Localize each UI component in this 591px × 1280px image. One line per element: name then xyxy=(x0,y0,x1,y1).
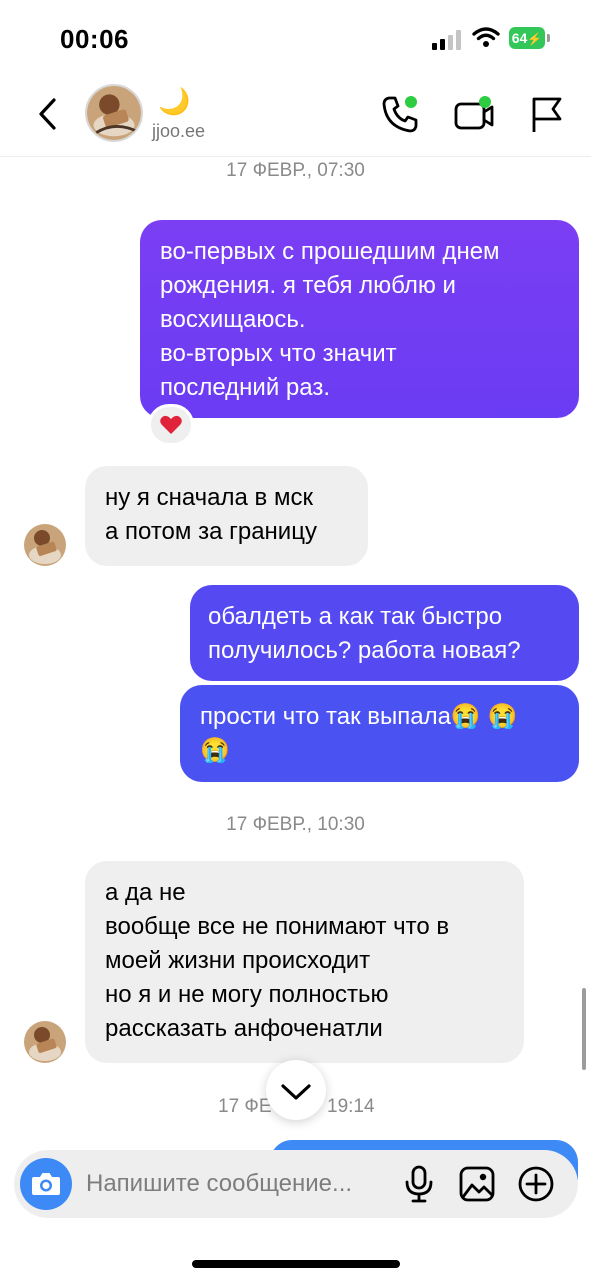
back-chevron-icon[interactable] xyxy=(32,94,66,134)
moon-emoji: 🌙 xyxy=(158,86,191,116)
microphone-icon[interactable] xyxy=(402,1164,436,1204)
message-line: рассказать анфоченатли xyxy=(105,1015,383,1042)
plus-circle-icon[interactable] xyxy=(516,1164,556,1204)
contact-avatar-small[interactable] xyxy=(24,1021,66,1063)
camera-button[interactable] xyxy=(20,1158,72,1210)
message-input[interactable] xyxy=(86,1164,386,1204)
status-time: 00:06 xyxy=(60,24,129,54)
message-line: во-первых с прошедшим днем xyxy=(160,238,500,265)
battery-level: 64 xyxy=(511,30,528,46)
wifi-icon xyxy=(472,27,500,47)
message-line: 😭 xyxy=(200,737,230,764)
image-icon[interactable] xyxy=(458,1164,496,1204)
contact-avatar-small[interactable] xyxy=(24,524,66,566)
incoming-message-bubble[interactable]: ну я сначала в мск а потом за границу xyxy=(85,466,368,566)
incoming-message-bubble[interactable]: а да не вообще все не понимают что в мое… xyxy=(85,861,524,1063)
heart-reaction[interactable] xyxy=(148,404,194,446)
message-line: во-вторых что значит xyxy=(160,340,397,367)
message-composer xyxy=(14,1150,578,1218)
cellular-signal-icon xyxy=(432,30,464,50)
message-line: прости что так выпала😭 😭 xyxy=(200,703,518,730)
battery-indicator: 64⚡ xyxy=(509,27,545,49)
timestamp-partial: 19:14 xyxy=(327,1096,375,1117)
message-line: но я и не могу полностью xyxy=(105,981,389,1008)
timestamp: 17 ФЕВР., 07:30 xyxy=(226,160,365,181)
timestamp: 17 ФЕВР., 10:30 xyxy=(226,814,365,835)
message-line: восхищаюсь. xyxy=(160,306,306,333)
outgoing-message-bubble[interactable]: во-первых с прошедшим днем рождения. я т… xyxy=(140,220,579,418)
home-indicator xyxy=(192,1260,400,1268)
message-line: а потом за границу xyxy=(105,518,317,545)
scroll-down-button[interactable] xyxy=(266,1060,326,1120)
message-line: рождения. я тебя люблю и xyxy=(160,272,456,299)
message-line: ну я сначала в мск xyxy=(105,484,313,511)
timestamp-partial: 17 ФЕ xyxy=(218,1096,272,1117)
contact-avatar[interactable] xyxy=(85,84,143,142)
message-line: обалдеть а как так быстро xyxy=(208,603,503,630)
status-bar: 00:06 64⚡ xyxy=(0,0,591,80)
message-line: а да не xyxy=(105,879,186,906)
message-line: вообще все не понимают что в xyxy=(105,913,450,940)
outgoing-message-bubble[interactable]: прости что так выпала😭 😭 😭 xyxy=(180,685,579,782)
chevron-down-icon xyxy=(281,1084,311,1100)
contact-username[interactable]: jjoo.ee xyxy=(152,121,205,142)
heart-icon xyxy=(160,415,182,434)
message-line: получилось? работа новая? xyxy=(208,637,521,664)
phone-icon[interactable] xyxy=(380,94,420,134)
scrollbar[interactable] xyxy=(582,988,586,1070)
battery-tip xyxy=(547,34,550,42)
outgoing-message-bubble[interactable]: обалдеть а как так быстро получилось? ра… xyxy=(190,585,579,681)
video-camera-icon[interactable] xyxy=(452,94,496,134)
message-line: последний раз. xyxy=(160,374,331,401)
chat-header: 🌙 jjoo.ee xyxy=(0,80,591,157)
camera-icon xyxy=(32,1173,60,1195)
message-line: моей жизни происходит xyxy=(105,947,371,974)
flag-icon[interactable] xyxy=(530,94,564,134)
